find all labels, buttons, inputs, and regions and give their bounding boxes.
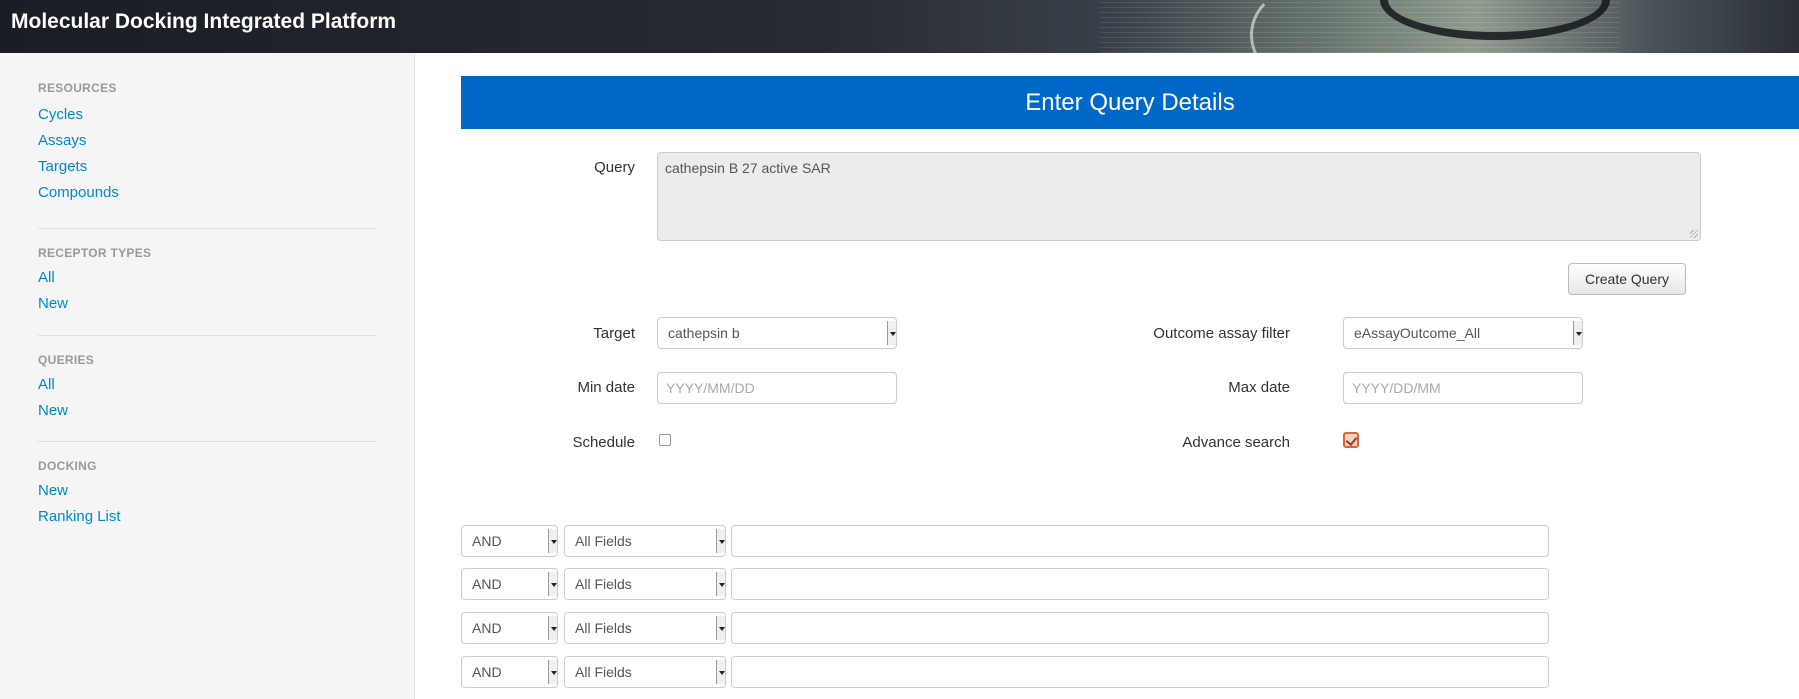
- operator-value: AND: [472, 576, 502, 592]
- max-date-input[interactable]: YYYY/DD/MM: [1343, 372, 1583, 404]
- chevron-down-icon: [716, 616, 725, 640]
- outcome-filter-value: eAssayOutcome_All: [1354, 325, 1481, 341]
- query-label: Query: [594, 159, 635, 176]
- max-date-placeholder: YYYY/DD/MM: [1352, 380, 1441, 396]
- operator-value: AND: [472, 533, 502, 549]
- create-query-button[interactable]: Create Query: [1568, 263, 1686, 295]
- field-select[interactable]: All Fields: [564, 656, 726, 688]
- advance-search-label: Advance search: [1182, 434, 1290, 451]
- nav-divider: [38, 335, 377, 336]
- field-value: All Fields: [575, 533, 632, 549]
- nav-link-queries-new[interactable]: New: [38, 402, 377, 419]
- chevron-down-icon: [887, 321, 896, 345]
- min-date-label: Min date: [577, 379, 635, 396]
- chevron-down-icon: [548, 529, 557, 553]
- banner-helix-arc: [1250, 0, 1340, 53]
- outcome-filter-label: Outcome assay filter: [1153, 325, 1290, 342]
- chevron-down-icon: [1573, 321, 1582, 345]
- field-value: All Fields: [575, 664, 632, 680]
- operator-select[interactable]: AND: [461, 656, 558, 688]
- chevron-down-icon: [548, 572, 557, 596]
- nav-divider: [38, 228, 377, 229]
- advance-search-checkbox[interactable]: [1343, 432, 1359, 448]
- nav-section-docking: DOCKING New Ranking List: [38, 459, 377, 525]
- search-term-input[interactable]: [731, 525, 1549, 557]
- nav-header: RECEPTOR TYPES: [38, 246, 152, 260]
- field-select[interactable]: All Fields: [564, 525, 726, 557]
- app-title[interactable]: Molecular Docking Integrated Platform: [11, 10, 396, 34]
- target-select-value: cathepsin b: [668, 325, 740, 341]
- nav-link-cycles[interactable]: Cycles: [38, 106, 377, 123]
- search-term-input[interactable]: [731, 568, 1549, 600]
- nav-section-queries: QUERIES All New: [38, 353, 377, 419]
- operator-value: AND: [472, 664, 502, 680]
- field-value: All Fields: [575, 620, 632, 636]
- min-date-input[interactable]: YYYY/MM/DD: [657, 372, 897, 404]
- nav-link-compounds[interactable]: Compounds: [38, 184, 377, 201]
- outcome-filter-select[interactable]: eAssayOutcome_All: [1343, 317, 1583, 349]
- schedule-label: Schedule: [572, 434, 635, 451]
- nav-link-receptor-new[interactable]: New: [38, 295, 377, 312]
- field-value: All Fields: [575, 576, 632, 592]
- nav-link-assays[interactable]: Assays: [38, 132, 377, 149]
- chevron-down-icon: [548, 616, 557, 640]
- query-textarea[interactable]: cathepsin B 27 active SAR: [657, 152, 1701, 241]
- operator-value: AND: [472, 620, 502, 636]
- operator-select[interactable]: AND: [461, 568, 558, 600]
- operator-select[interactable]: AND: [461, 525, 558, 557]
- nav-section-receptor-types: RECEPTOR TYPES All New: [38, 246, 377, 312]
- nav-divider: [38, 441, 377, 442]
- search-term-input[interactable]: [731, 612, 1549, 644]
- chevron-down-icon: [716, 529, 725, 553]
- nav-header: QUERIES: [38, 353, 95, 367]
- nav-link-queries-all[interactable]: All: [38, 376, 377, 393]
- max-date-label: Max date: [1228, 379, 1290, 396]
- nav-link-docking-new[interactable]: New: [38, 482, 377, 499]
- query-value: cathepsin B 27 active SAR: [665, 160, 831, 176]
- field-select[interactable]: All Fields: [564, 612, 726, 644]
- sidebar: RESOURCES Cycles Assays Targets Compound…: [0, 53, 415, 699]
- search-term-input[interactable]: [731, 656, 1549, 688]
- chevron-down-icon: [716, 660, 725, 684]
- chevron-down-icon: [548, 660, 557, 684]
- min-date-placeholder: YYYY/MM/DD: [666, 380, 755, 396]
- schedule-checkbox[interactable]: [659, 434, 671, 446]
- nav-link-targets[interactable]: Targets: [38, 158, 377, 175]
- field-select[interactable]: All Fields: [564, 568, 726, 600]
- nav-link-ranking-list[interactable]: Ranking List: [38, 508, 377, 525]
- target-select[interactable]: cathepsin b: [657, 317, 897, 349]
- nav-section-resources: RESOURCES Cycles Assays Targets Compound…: [38, 81, 377, 201]
- top-banner: Molecular Docking Integrated Platform: [0, 0, 1799, 53]
- nav-link-receptor-all[interactable]: All: [38, 269, 377, 286]
- operator-select[interactable]: AND: [461, 612, 558, 644]
- chevron-down-icon: [716, 572, 725, 596]
- target-label: Target: [593, 325, 635, 342]
- nav-header: RESOURCES: [38, 81, 117, 95]
- nav-header: DOCKING: [38, 459, 97, 473]
- form-heading: Enter Query Details: [461, 76, 1799, 129]
- resize-handle[interactable]: [1690, 230, 1698, 238]
